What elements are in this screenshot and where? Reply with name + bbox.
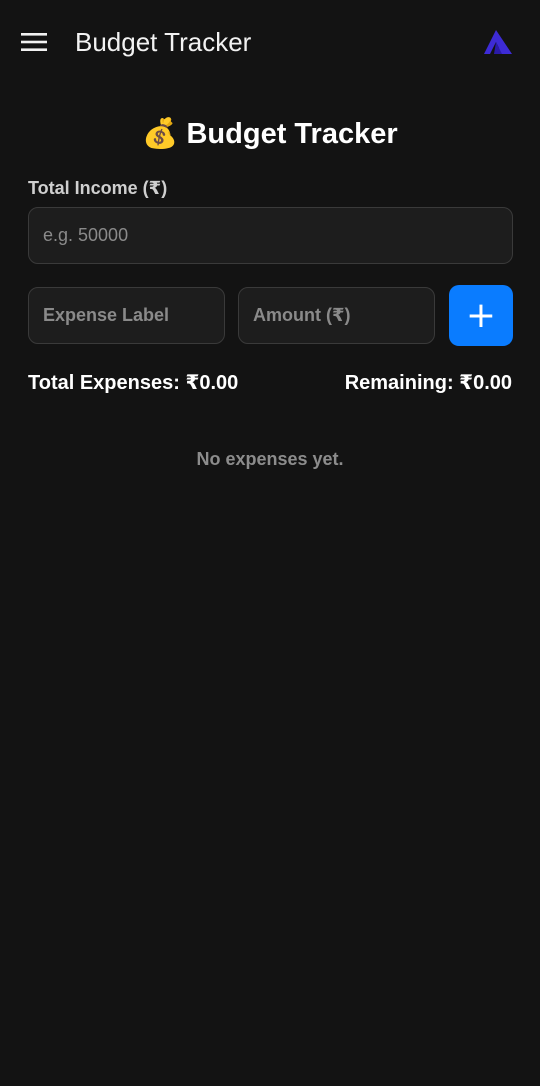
- brand-logo-icon: [484, 30, 512, 54]
- hamburger-menu-icon: [21, 33, 47, 51]
- income-input[interactable]: [28, 207, 513, 264]
- add-expense-button[interactable]: +: [449, 285, 513, 346]
- app-bar: Budget Tracker: [0, 0, 540, 84]
- money-bag-icon: 💰: [142, 118, 179, 150]
- income-label: Total Income (₹): [28, 178, 168, 198]
- menu-button[interactable]: [16, 24, 52, 60]
- remaining-balance: Remaining: ₹0.00: [344, 372, 512, 394]
- total-expenses: Total Expenses: ₹0.00: [28, 372, 239, 394]
- expense-amount-input[interactable]: [238, 287, 435, 344]
- empty-state-message: No expenses yet.: [196, 449, 344, 469]
- app-title: Budget Tracker: [75, 27, 252, 57]
- expense-label-input[interactable]: [28, 287, 225, 344]
- page-title: 💰 Budget Tracker: [0, 114, 540, 154]
- page-title-text: Budget Tracker: [186, 118, 398, 150]
